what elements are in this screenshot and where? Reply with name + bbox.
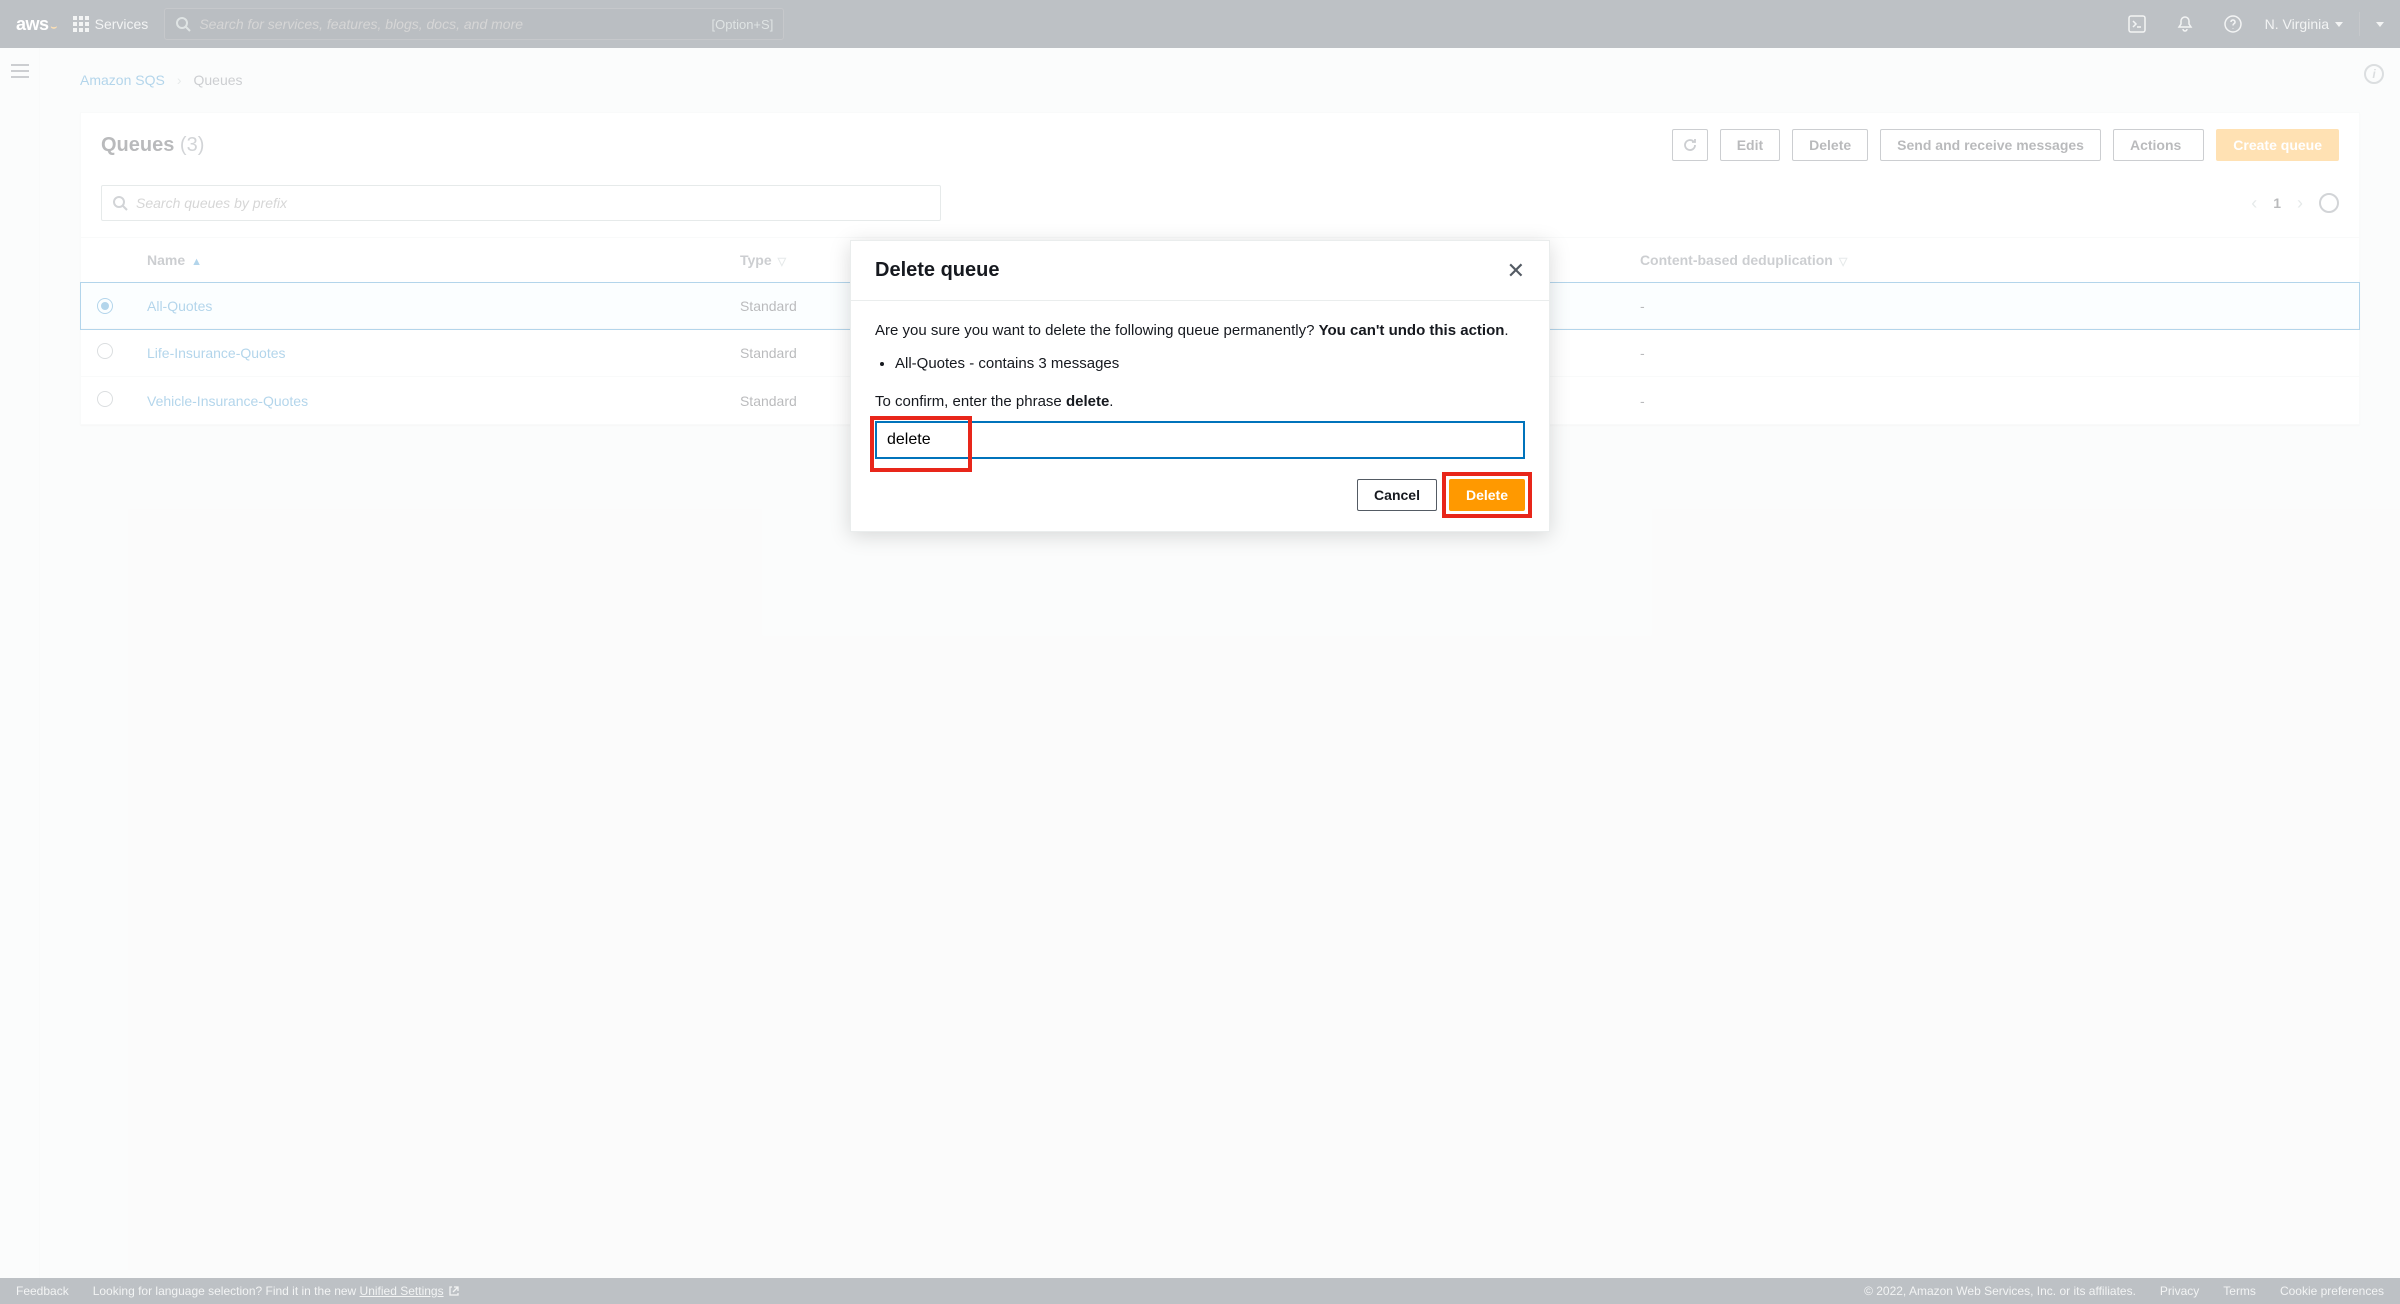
modal-item-list: All-Quotes - contains 3 messages [895, 352, 1525, 375]
modal-header: Delete queue ✕ [851, 241, 1549, 301]
cancel-button[interactable]: Cancel [1357, 479, 1437, 511]
modal-body: Are you sure you want to delete the foll… [851, 301, 1549, 463]
delete-queue-modal: Delete queue ✕ Are you sure you want to … [850, 240, 1550, 532]
modal-backdrop [0, 0, 2400, 1304]
modal-footer: Cancel Delete [851, 463, 1549, 531]
modal-warning: Are you sure you want to delete the foll… [875, 319, 1525, 342]
modal-title: Delete queue [875, 259, 999, 282]
confirm-input[interactable] [875, 421, 1525, 459]
modal-item: All-Quotes - contains 3 messages [895, 352, 1525, 375]
delete-button-highlight: Delete [1449, 479, 1525, 511]
modal-confirm-instruction: To confirm, enter the phrase delete. [875, 390, 1525, 413]
close-icon[interactable]: ✕ [1507, 260, 1525, 282]
confirm-delete-button[interactable]: Delete [1449, 479, 1525, 511]
confirm-input-highlight [875, 421, 1525, 459]
